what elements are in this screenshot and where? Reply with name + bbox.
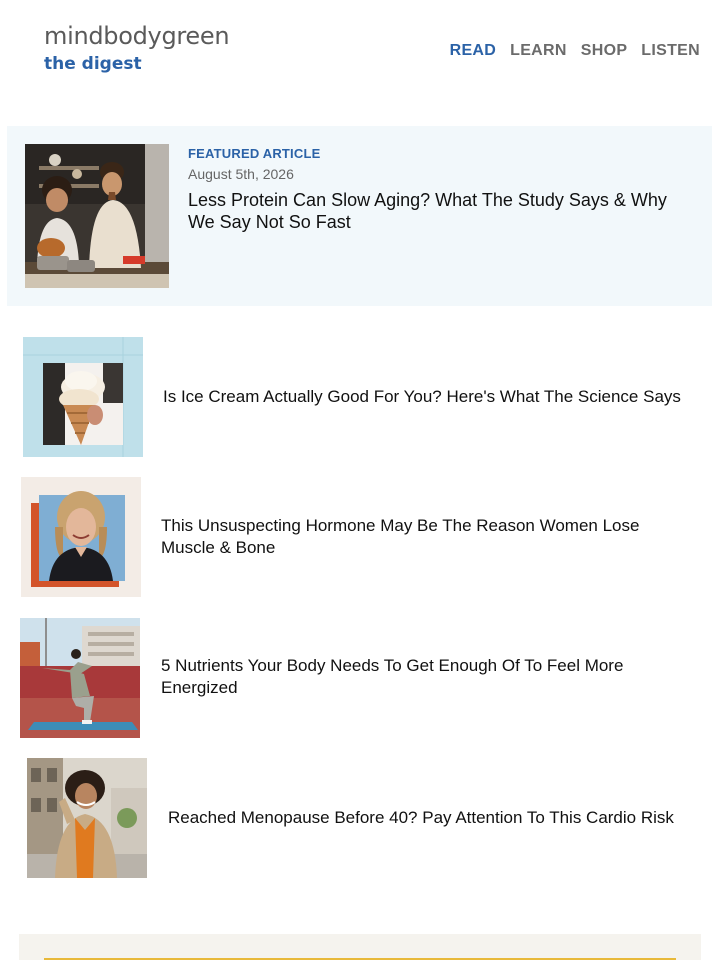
article-image[interactable] [20,618,140,738]
article-image[interactable] [23,337,143,457]
nav-learn[interactable]: LEARN [510,42,567,60]
promo-section [19,934,701,960]
list-item[interactable]: Reached Menopause Before 40? Pay Attenti… [0,757,720,879]
article-image[interactable] [27,758,147,878]
article-image[interactable] [21,477,141,597]
featured-title[interactable]: Less Protein Can Slow Aging? What The St… [188,189,698,233]
site-header: mindbodygreen the digest READ LEARN SHOP… [0,0,720,110]
list-item[interactable]: 5 Nutrients Your Body Needs To Get Enoug… [0,617,720,739]
nav-shop[interactable]: SHOP [581,42,628,60]
list-item[interactable]: Is Ice Cream Actually Good For You? Here… [0,336,720,458]
list-item[interactable]: This Unsuspecting Hormone May Be The Rea… [0,477,720,599]
featured-kicker: FEATURED ARTICLE [188,146,321,161]
article-title[interactable]: 5 Nutrients Your Body Needs To Get Enoug… [161,655,681,699]
article-title[interactable]: Reached Menopause Before 40? Pay Attenti… [168,807,708,829]
nav-read[interactable]: READ [450,42,497,60]
brand-subtitle[interactable]: the digest [44,54,142,74]
featured-article[interactable]: FEATURED ARTICLE August 5th, 2026 Less P… [7,126,712,306]
article-title[interactable]: Is Ice Cream Actually Good For You? Here… [163,386,708,408]
brand-logo[interactable]: mindbodygreen [44,22,230,50]
article-title[interactable]: This Unsuspecting Hormone May Be The Rea… [161,515,681,559]
nav-listen[interactable]: LISTEN [641,42,700,60]
featured-date: August 5th, 2026 [188,166,294,182]
main-nav: READ LEARN SHOP LISTEN [450,42,700,60]
featured-image[interactable] [25,144,169,288]
